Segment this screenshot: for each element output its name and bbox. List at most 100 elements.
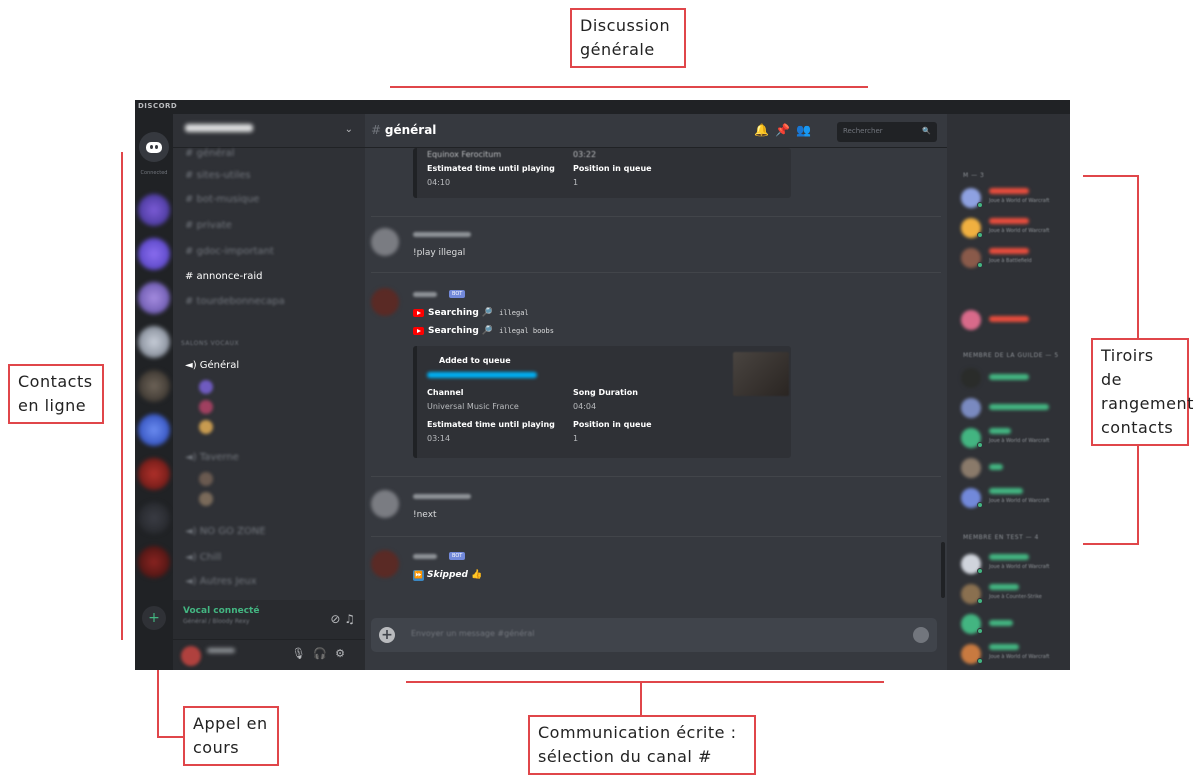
member-name[interactable] — [989, 584, 1019, 590]
voice-channel-chill[interactable]: ◄) Chill — [185, 552, 221, 563]
server-icon[interactable] — [138, 414, 170, 446]
pin-icon[interactable]: 📌 — [775, 123, 796, 137]
member-game: Joue à World of Warcraft — [989, 198, 1050, 204]
message-author[interactable] — [413, 292, 437, 297]
voice-user-avatar[interactable] — [199, 380, 213, 394]
online-status-dot — [977, 262, 983, 268]
online-status-dot — [977, 502, 983, 508]
avatar[interactable] — [961, 398, 981, 418]
hash-icon: # — [371, 123, 385, 137]
member-name[interactable] — [989, 404, 1049, 410]
username — [207, 648, 235, 653]
server-icon[interactable] — [138, 238, 170, 270]
chevron-down-icon[interactable]: ⌄ — [345, 124, 353, 137]
embed-title: Added to queue — [439, 356, 511, 365]
server-icon[interactable] — [138, 282, 170, 314]
added-embed: Added to queue Channel Song Duration Uni… — [413, 346, 791, 458]
microphone-icon[interactable]: 🎙 — [291, 647, 313, 660]
member-name[interactable] — [989, 218, 1029, 224]
voice-category[interactable]: SALONS VOCAUX — [181, 340, 239, 347]
member-name[interactable] — [989, 554, 1029, 560]
avatar[interactable] — [181, 646, 201, 666]
avatar[interactable] — [961, 458, 981, 478]
add-attachment-icon[interactable]: + — [379, 627, 395, 643]
emoji-icon[interactable] — [913, 627, 929, 643]
discord-home-button[interactable] — [139, 132, 169, 162]
embed-duration: 03:22 — [573, 150, 597, 159]
member-name[interactable] — [989, 464, 1003, 470]
channel-sites-utiles[interactable]: # sites-utiles — [185, 170, 251, 181]
bell-icon[interactable]: 🔔 — [754, 123, 775, 137]
server-icon[interactable] — [138, 458, 170, 490]
member-name[interactable] — [989, 188, 1029, 194]
message-composer[interactable]: + Envoyer un message #général — [371, 618, 937, 652]
header-icons: 🔔📌👥 — [754, 123, 817, 137]
voice-user-avatar[interactable] — [199, 420, 213, 434]
message-author[interactable] — [413, 554, 437, 559]
avatar[interactable] — [371, 288, 399, 316]
search-query: illegal — [499, 309, 529, 317]
video-thumbnail[interactable] — [733, 352, 789, 396]
member-name[interactable] — [989, 374, 1029, 380]
chat-scrollbar[interactable] — [941, 542, 945, 598]
online-status-dot — [977, 232, 983, 238]
member-name[interactable] — [989, 644, 1019, 650]
member-name[interactable] — [989, 316, 1029, 322]
channel-general[interactable]: # général — [185, 148, 235, 159]
member-section-header[interactable]: MEMBRE DE LA GUILDE — 5 — [963, 352, 1059, 359]
message-author[interactable] — [413, 494, 471, 499]
channel-bot-musique[interactable]: # bot-musique — [185, 194, 259, 205]
avatar[interactable] — [961, 368, 981, 388]
member-name[interactable] — [989, 428, 1011, 434]
member-name[interactable] — [989, 488, 1023, 494]
channel-private[interactable]: # private — [185, 220, 232, 231]
message-author[interactable] — [413, 232, 471, 237]
member-game: Joue à World of Warcraft — [989, 498, 1050, 504]
queue-embed: Equinox Ferocitum 03:22 Estimated time u… — [413, 148, 791, 198]
embed-est-value: 04:10 — [427, 178, 451, 187]
members-icon[interactable]: 👥 — [796, 123, 817, 137]
speaker-icon: ◄) — [185, 576, 200, 587]
search-input[interactable]: Rechercher 🔍 — [837, 122, 937, 142]
voice-user-avatar[interactable] — [199, 400, 213, 414]
server-header[interactable]: ⌄ — [173, 114, 365, 148]
avatar[interactable] — [961, 310, 981, 330]
avatar[interactable] — [371, 228, 399, 256]
gear-icon[interactable]: ⚙ — [335, 647, 353, 660]
add-server-icon[interactable]: + — [142, 606, 166, 630]
headphones-icon[interactable]: 🎧 — [313, 647, 335, 660]
voice-channel-label: Général — [199, 360, 240, 371]
voice-user-avatar[interactable] — [199, 492, 213, 506]
server-icon[interactable] — [138, 502, 170, 534]
member-name[interactable] — [989, 620, 1013, 626]
embed-pos-label: Position in queue — [573, 420, 652, 429]
online-status-dot — [977, 202, 983, 208]
voice-channel-nogo[interactable]: ◄) NO GO ZONE — [185, 526, 266, 537]
voice-user-avatar[interactable] — [199, 472, 213, 486]
disconnect-icon[interactable]: ⊘ — [330, 612, 340, 626]
server-icon[interactable] — [138, 370, 170, 402]
member-section-header[interactable]: MEMBRE EN TEST — 4 — [963, 534, 1039, 541]
member-name[interactable] — [989, 248, 1029, 254]
voice-channel-taverne[interactable]: ◄) Taverne — [185, 452, 239, 463]
server-icon[interactable] — [138, 326, 170, 358]
channel-tourdebonnecapa[interactable]: # tourdebonnecapa — [185, 296, 285, 307]
message-text: !next — [413, 510, 437, 520]
voice-channel-autres[interactable]: ◄) Autres Jeux — [185, 576, 257, 587]
server-icon[interactable] — [138, 194, 170, 226]
voice-channel-general[interactable]: ◄) Général — [185, 360, 239, 371]
channel-annonce-raid[interactable]: # annonce-raid — [185, 271, 262, 282]
embed-channel-value: Universal Music France — [427, 402, 519, 411]
server-name — [185, 124, 253, 132]
channel-gdoc-important[interactable]: # gdoc-important — [185, 246, 274, 257]
search-icon: 🔍 — [922, 127, 931, 135]
avatar[interactable] — [371, 490, 399, 518]
server-icon[interactable] — [138, 546, 170, 578]
settings-wave-icon[interactable]: ♫ — [344, 612, 355, 626]
avatar[interactable] — [371, 550, 399, 578]
voice-channel-label: NO GO ZONE — [199, 526, 266, 537]
annotation-line — [1083, 175, 1139, 177]
bot-badge: BOT — [449, 552, 466, 560]
member-section-header[interactable]: M — 3 — [963, 172, 984, 179]
embed-track-link[interactable] — [427, 372, 537, 378]
